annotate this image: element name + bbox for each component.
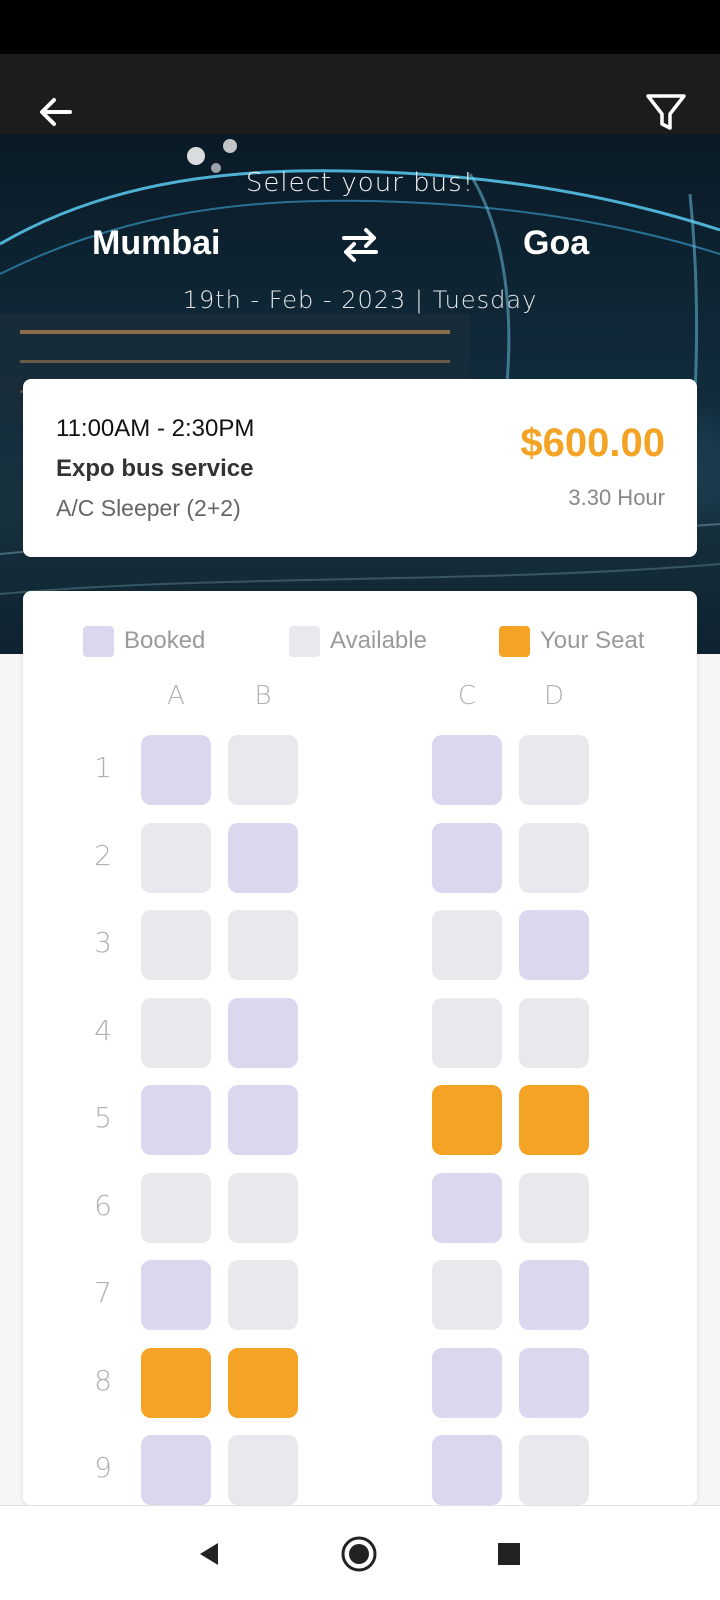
back-button[interactable] xyxy=(30,86,82,138)
booked-swatch xyxy=(83,625,114,657)
system-home-button[interactable] xyxy=(333,1528,385,1580)
seat-1a xyxy=(141,735,211,805)
column-label-a: A xyxy=(167,681,185,711)
seat-7b[interactable] xyxy=(228,1260,298,1330)
column-label-d: D xyxy=(543,681,565,711)
row-label-3: 3 xyxy=(94,926,112,959)
seat-1c xyxy=(432,735,502,805)
legend-your-seat-label: Your Seat xyxy=(540,627,645,654)
seat-6b[interactable] xyxy=(228,1172,298,1243)
seat-7d xyxy=(519,1260,589,1330)
seat-8c xyxy=(432,1347,502,1418)
row-label-4: 4 xyxy=(94,1013,112,1047)
seat-7a xyxy=(141,1260,211,1330)
seat-4d[interactable] xyxy=(519,997,589,1068)
page-title: Select your bus! xyxy=(245,168,475,198)
seat-9a xyxy=(141,1435,211,1505)
bus-type: A/C Sleeper (2+2) xyxy=(56,495,241,521)
arrow-left-icon xyxy=(40,98,72,126)
system-back-button[interactable] xyxy=(183,1528,235,1580)
filter-button[interactable] xyxy=(638,84,694,140)
legend-your-seat: Your Seat xyxy=(499,624,645,658)
column-label-c: C xyxy=(457,681,477,711)
filter-funnel-icon xyxy=(646,94,686,130)
your-seat-swatch xyxy=(499,625,530,657)
seat-3d xyxy=(519,910,589,980)
square-recents-icon xyxy=(498,1543,520,1565)
seat-3b[interactable] xyxy=(228,910,298,980)
app-bar xyxy=(0,54,720,134)
row-label-7: 7 xyxy=(94,1276,112,1309)
row-label-8: 8 xyxy=(94,1363,112,1397)
swap-arrows-icon xyxy=(342,228,378,262)
destination-city: Goa xyxy=(523,224,590,262)
seat-2b xyxy=(228,822,298,893)
seat-9c xyxy=(432,1435,502,1505)
row-label-1: 1 xyxy=(94,751,112,784)
available-swatch xyxy=(289,625,320,657)
seat-6c xyxy=(432,1172,502,1243)
bus-operator-name: Expo bus service xyxy=(56,455,254,482)
seat-6d[interactable] xyxy=(519,1172,589,1243)
legend-available-label: Available xyxy=(330,627,427,654)
seat-2d[interactable] xyxy=(519,822,589,893)
seat-1d[interactable] xyxy=(519,735,589,805)
seat-6a[interactable] xyxy=(141,1172,211,1243)
legend-available: Available xyxy=(289,624,427,658)
seat-5d[interactable] xyxy=(519,1085,589,1155)
bus-price: $600.00 xyxy=(520,421,665,465)
system-recents-button[interactable] xyxy=(483,1528,535,1580)
column-label-b: B xyxy=(254,681,272,711)
seat-7c[interactable] xyxy=(432,1260,502,1330)
row-label-2: 2 xyxy=(94,838,112,872)
seat-5b xyxy=(228,1085,298,1155)
seat-8b[interactable] xyxy=(228,1347,298,1418)
seat-2a[interactable] xyxy=(141,822,211,893)
seat-map-card: Booked Available Your Seat A B C D 1 2 3 4 5 6 7 8 9 xyxy=(23,591,697,1505)
bus-info-card[interactable]: 11:00AM - 2:30PM Expo bus service A/C Sl… xyxy=(23,379,697,557)
travel-date: 19th - Feb - 2023 | Tuesday xyxy=(182,286,538,314)
seat-4c[interactable] xyxy=(432,997,502,1068)
legend-booked: Booked xyxy=(83,624,205,658)
seat-4b xyxy=(228,997,298,1068)
legend-booked-label: Booked xyxy=(124,627,206,654)
status-bar xyxy=(0,0,720,54)
swap-route-button[interactable] xyxy=(336,222,384,266)
seat-8a[interactable] xyxy=(141,1347,211,1418)
seat-5a xyxy=(141,1085,211,1155)
system-nav-bar xyxy=(0,1505,720,1600)
seat-9d[interactable] xyxy=(519,1435,589,1505)
trip-duration: 3.30 Hour xyxy=(568,485,665,510)
circle-home-icon xyxy=(341,1536,377,1572)
seat-3c[interactable] xyxy=(432,910,502,980)
seat-9b[interactable] xyxy=(228,1435,298,1505)
bus-timing: 11:00AM - 2:30PM xyxy=(56,415,255,442)
seat-3a[interactable] xyxy=(141,910,211,980)
row-label-6: 6 xyxy=(94,1188,112,1222)
seat-1b[interactable] xyxy=(228,735,298,805)
row-label-9: 9 xyxy=(94,1451,112,1484)
seat-2c xyxy=(432,822,502,893)
origin-city: Mumbai xyxy=(92,224,221,262)
row-label-5: 5 xyxy=(94,1101,112,1134)
triangle-back-icon xyxy=(200,1543,218,1565)
seat-4a[interactable] xyxy=(141,997,211,1068)
seat-8d xyxy=(519,1347,589,1418)
seat-5c[interactable] xyxy=(432,1085,502,1155)
